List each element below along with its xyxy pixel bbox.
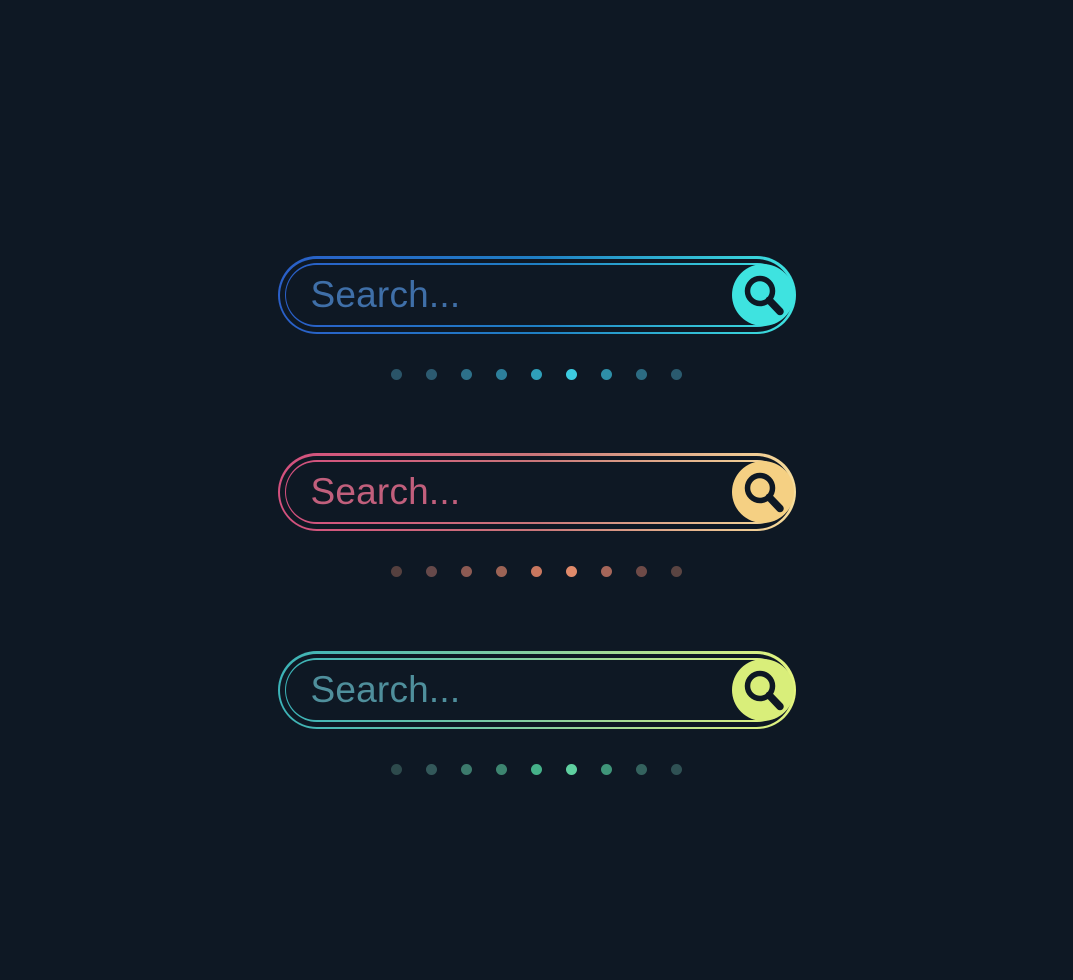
pagination-dots — [0, 762, 1073, 776]
search-icon — [732, 264, 794, 326]
pagination-dot[interactable] — [461, 368, 472, 380]
search-input[interactable]: Search... — [311, 453, 461, 531]
pagination-dot[interactable] — [601, 368, 612, 380]
canvas: Search... Search... Search... — [0, 0, 1073, 980]
pagination-dot[interactable] — [391, 763, 402, 775]
search-bar-group: Search... — [0, 651, 1073, 775]
pagination-dot[interactable] — [636, 368, 647, 380]
search-button[interactable] — [731, 461, 794, 523]
search-bar-pink-gold[interactable]: Search... — [277, 453, 796, 531]
search-bar-teal-lime[interactable]: Search... — [277, 651, 796, 729]
search-input[interactable]: Search... — [311, 651, 461, 729]
pagination-dot[interactable] — [531, 565, 542, 577]
pagination-dot[interactable] — [391, 565, 402, 577]
pagination-dot[interactable] — [636, 763, 647, 775]
pagination-dot[interactable] — [461, 763, 472, 775]
pagination-dot[interactable] — [391, 368, 402, 380]
pagination-dot[interactable] — [496, 763, 507, 775]
pagination-dots — [0, 564, 1073, 578]
pagination-dot[interactable] — [531, 763, 542, 775]
pagination-dot[interactable] — [601, 763, 612, 775]
pagination-dot[interactable] — [636, 565, 647, 577]
pagination-dot-active[interactable] — [566, 368, 577, 380]
search-input[interactable]: Search... — [311, 256, 461, 334]
pagination-dot[interactable] — [426, 763, 437, 775]
pagination-dot[interactable] — [426, 565, 437, 577]
search-bar-group: Search... — [0, 453, 1073, 577]
search-icon — [732, 659, 794, 721]
search-bar-blue-cyan[interactable]: Search... — [277, 256, 796, 334]
pagination-dot[interactable] — [671, 763, 682, 775]
pagination-dot[interactable] — [426, 368, 437, 380]
pagination-dots — [0, 367, 1073, 381]
search-bar-group: Search... — [0, 256, 1073, 380]
search-button[interactable] — [731, 659, 794, 721]
pagination-dot[interactable] — [671, 565, 682, 577]
pagination-dot[interactable] — [601, 565, 612, 577]
pagination-dot[interactable] — [496, 565, 507, 577]
pagination-dot-active[interactable] — [566, 763, 577, 775]
search-icon — [732, 461, 794, 523]
search-button[interactable] — [731, 264, 794, 326]
pagination-dot[interactable] — [531, 368, 542, 380]
pagination-dot[interactable] — [461, 565, 472, 577]
pagination-dot[interactable] — [496, 368, 507, 380]
pagination-dot-active[interactable] — [566, 565, 577, 577]
pagination-dot[interactable] — [671, 368, 682, 380]
